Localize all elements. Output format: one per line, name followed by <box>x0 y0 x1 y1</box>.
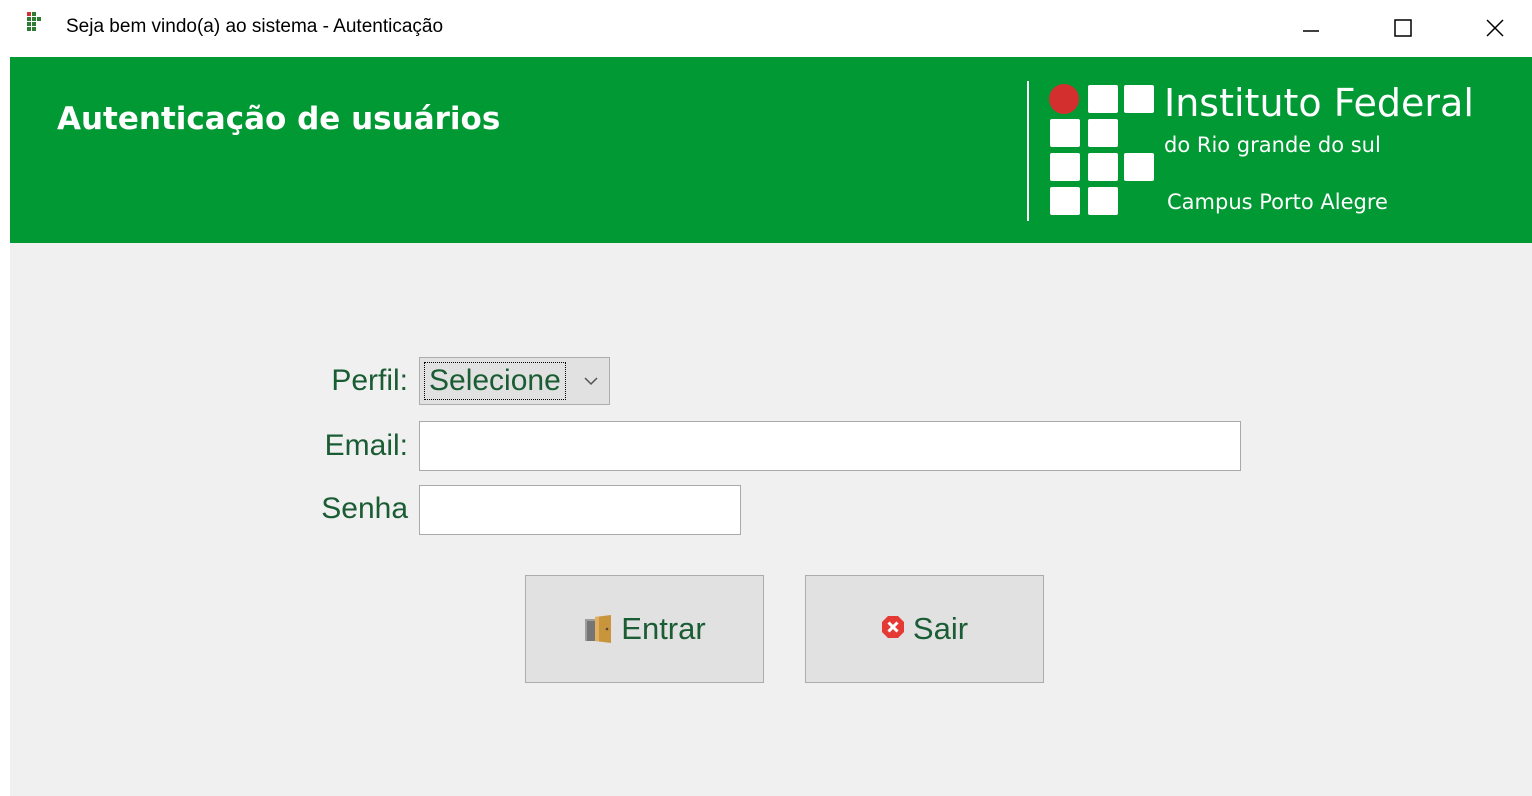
close-button[interactable] <box>1450 0 1532 56</box>
header-divider <box>1027 81 1029 221</box>
entrar-label: Entrar <box>621 611 706 646</box>
institute-logo-icon <box>1049 84 1154 215</box>
maximize-icon <box>1394 19 1412 37</box>
perfil-select[interactable]: Selecione <box>419 357 610 405</box>
password-field[interactable] <box>419 485 741 535</box>
login-form: Perfil: Selecione Email: Senha Entrar Sa… <box>10 243 1532 796</box>
maximize-button[interactable] <box>1358 0 1448 56</box>
logo-subtitle: do Rio grande do sul <box>1164 133 1381 157</box>
minimize-icon <box>1303 30 1319 32</box>
sair-button[interactable]: Sair <box>805 575 1044 683</box>
title-bar: Seja bem vindo(a) ao sistema - Autentica… <box>0 0 1532 56</box>
perfil-selected-value: Selecione <box>424 362 566 400</box>
close-icon <box>1486 19 1504 37</box>
app-icon <box>27 12 47 34</box>
chevron-down-icon <box>584 377 598 386</box>
sair-label: Sair <box>912 611 969 646</box>
page-title: Autenticação de usuários <box>57 101 501 137</box>
window-title: Seja bem vindo(a) ao sistema - Autentica… <box>66 16 444 37</box>
door-icon <box>583 615 615 643</box>
perfil-label: Perfil: <box>331 364 408 397</box>
senha-label: Senha <box>321 492 408 525</box>
email-field[interactable] <box>419 421 1241 471</box>
logo-campus: Campus Porto Alegre <box>1167 190 1388 214</box>
entrar-button[interactable]: Entrar <box>525 575 764 683</box>
cancel-icon <box>881 615 907 643</box>
email-label: Email: <box>324 429 408 462</box>
logo-institute-name: Instituto Federal <box>1164 81 1474 125</box>
minimize-button[interactable] <box>1266 0 1356 56</box>
header-banner: Autenticação de usuários Instituto Feder… <box>10 57 1532 243</box>
